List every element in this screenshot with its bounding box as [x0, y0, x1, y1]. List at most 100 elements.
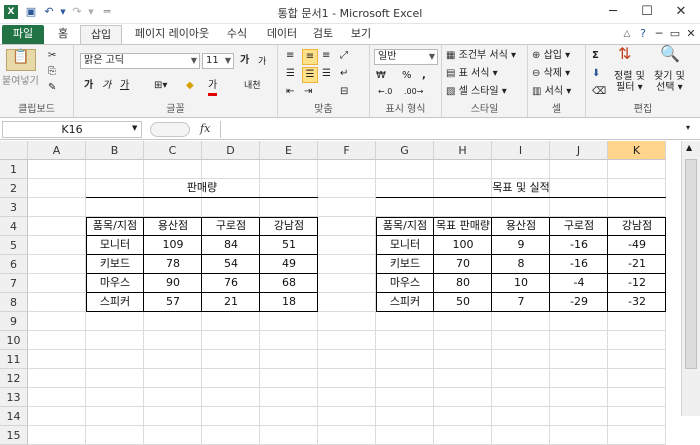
- column-header-f[interactable]: F: [318, 141, 376, 160]
- scroll-up-icon[interactable]: ▲: [686, 143, 692, 152]
- grow-font-button[interactable]: 가: [240, 54, 249, 68]
- table1-header-cell[interactable]: 구로점: [202, 217, 260, 236]
- tab-view[interactable]: 보기: [344, 25, 378, 44]
- table2-data-cell[interactable]: 8: [492, 255, 550, 274]
- row-header-13[interactable]: 13: [0, 388, 28, 407]
- table2-data-cell[interactable]: -16: [550, 255, 608, 274]
- font-size-select[interactable]: 11 ▼: [202, 53, 234, 69]
- column-header-c[interactable]: C: [144, 141, 202, 160]
- align-bottom-icon[interactable]: ≡: [322, 49, 330, 63]
- conditional-formatting-button[interactable]: ▦ 조건부 서식 ▾: [446, 49, 516, 63]
- font-name-select[interactable]: 맑은 고딕 ▼: [80, 53, 200, 69]
- text-orientation-icon[interactable]: ⤢: [340, 49, 348, 63]
- column-header-b[interactable]: B: [86, 141, 144, 160]
- column-header-j[interactable]: J: [550, 141, 608, 160]
- sort-filter-button[interactable]: 정렬 및 필터 ▾: [614, 71, 645, 93]
- tab-review[interactable]: 검토: [306, 25, 340, 44]
- table2-header-cell[interactable]: 구로점: [550, 217, 608, 236]
- table2-data-cell[interactable]: 10: [492, 274, 550, 293]
- table2-data-cell[interactable]: 7: [492, 293, 550, 312]
- select-all-corner[interactable]: [0, 141, 28, 160]
- table1-data-cell[interactable]: 키보드: [86, 255, 144, 274]
- number-format-select[interactable]: 일반 ▼: [374, 49, 438, 65]
- table2-data-cell[interactable]: -16: [550, 236, 608, 255]
- format-painter-icon[interactable]: ✎: [48, 81, 56, 95]
- close-button[interactable]: ✕: [664, 0, 698, 24]
- table2-header-cell[interactable]: 목표 판매량: [434, 217, 492, 236]
- clear-icon[interactable]: ⌫: [592, 85, 606, 99]
- doc-restore-icon[interactable]: ▭: [668, 25, 682, 44]
- wrap-text-icon[interactable]: ↵: [340, 67, 348, 81]
- borders-icon[interactable]: ⊞▾: [154, 79, 167, 93]
- table2-data-cell[interactable]: 100: [434, 236, 492, 255]
- table1-header-cell[interactable]: 강남점: [260, 217, 318, 236]
- table2-data-cell[interactable]: 50: [434, 293, 492, 312]
- table2-header-cell[interactable]: 품목/지점: [376, 217, 434, 236]
- table1-data-cell[interactable]: 78: [144, 255, 202, 274]
- scrollbar-thumb[interactable]: [685, 159, 697, 369]
- table1-data-cell[interactable]: 49: [260, 255, 318, 274]
- shrink-font-button[interactable]: 가: [258, 55, 266, 69]
- underline-button[interactable]: 가: [120, 79, 129, 93]
- worksheet-grid[interactable]: A B C D E F G H I J K 1 2 3 4 5 6 7 8 9 10 11 12 13 14 15 판매량 품목/지점…: [0, 141, 681, 445]
- align-left-icon[interactable]: ☰: [286, 67, 295, 81]
- name-box[interactable]: K16: [2, 121, 142, 138]
- column-header-e[interactable]: E: [260, 141, 318, 160]
- table2-header-cell[interactable]: 용산점: [492, 217, 550, 236]
- table1-data-cell[interactable]: 스피커: [86, 293, 144, 312]
- row-header-6[interactable]: 6: [0, 255, 28, 274]
- table2-data-cell[interactable]: 키보드: [376, 255, 434, 274]
- format-cells-button[interactable]: ▥ 서식 ▾: [532, 85, 571, 99]
- paste-button[interactable]: 붙여넣기: [2, 75, 39, 89]
- table2-data-cell[interactable]: 9: [492, 236, 550, 255]
- table1-data-cell[interactable]: 21: [202, 293, 260, 312]
- decrease-decimal-icon[interactable]: .00→: [404, 85, 423, 99]
- table2-data-cell[interactable]: -32: [608, 293, 666, 312]
- ribbon-minimize-icon[interactable]: △: [620, 25, 634, 44]
- table2-data-cell[interactable]: -49: [608, 236, 666, 255]
- table2-data-cell[interactable]: -21: [608, 255, 666, 274]
- row-header-14[interactable]: 14: [0, 407, 28, 426]
- table1-data-cell[interactable]: 51: [260, 236, 318, 255]
- autosum-button[interactable]: Σ: [592, 49, 599, 63]
- row-header-2[interactable]: 2: [0, 179, 28, 198]
- table2-data-cell[interactable]: 마우스: [376, 274, 434, 293]
- minimize-button[interactable]: ─: [596, 0, 630, 24]
- align-center-icon[interactable]: ☰: [302, 67, 318, 83]
- name-box-dropdown-icon[interactable]: ▼: [132, 124, 137, 132]
- expand-formula-bar-icon[interactable]: ▾: [686, 123, 690, 132]
- table1-header-cell[interactable]: 품목/지점: [86, 217, 144, 236]
- column-header-a[interactable]: A: [28, 141, 86, 160]
- tab-formulas[interactable]: 수식: [220, 25, 254, 44]
- table1-header-cell[interactable]: 용산점: [144, 217, 202, 236]
- insert-cells-button[interactable]: ⊕ 삽입 ▾: [532, 49, 570, 63]
- table2-data-cell[interactable]: -12: [608, 274, 666, 293]
- decrease-indent-icon[interactable]: ⇤: [286, 85, 294, 99]
- vertical-scrollbar[interactable]: ▲: [681, 141, 700, 416]
- table2-data-cell[interactable]: 80: [434, 274, 492, 293]
- increase-indent-icon[interactable]: ⇥: [304, 85, 312, 99]
- tab-data[interactable]: 데이터: [262, 25, 302, 44]
- row-header-9[interactable]: 9: [0, 312, 28, 331]
- tab-page-layout[interactable]: 페이지 레이아웃: [126, 25, 218, 44]
- bold-button[interactable]: 가: [84, 79, 93, 93]
- table1-data-cell[interactable]: 54: [202, 255, 260, 274]
- row-header-15[interactable]: 15: [0, 426, 28, 445]
- table1-data-cell[interactable]: 109: [144, 236, 202, 255]
- font-color-button[interactable]: 가: [208, 79, 218, 96]
- row-header-11[interactable]: 11: [0, 350, 28, 369]
- sort-filter-icon[interactable]: ⇅: [618, 46, 631, 62]
- table2-data-cell[interactable]: 70: [434, 255, 492, 274]
- column-header-g[interactable]: G: [376, 141, 434, 160]
- table1-data-cell[interactable]: 모니터: [86, 236, 144, 255]
- maximize-button[interactable]: ☐: [630, 0, 664, 24]
- format-as-table-button[interactable]: ▤ 표 서식 ▾: [446, 67, 498, 81]
- table1-data-cell[interactable]: 68: [260, 274, 318, 293]
- find-select-button[interactable]: 찾기 및 선택 ▾: [654, 71, 685, 93]
- row-header-8[interactable]: 8: [0, 293, 28, 312]
- table1-data-cell[interactable]: 90: [144, 274, 202, 293]
- row-header-1[interactable]: 1: [0, 160, 28, 179]
- table1-data-cell[interactable]: 84: [202, 236, 260, 255]
- comma-button[interactable]: ,: [422, 69, 426, 83]
- tab-home[interactable]: 홈: [48, 25, 78, 44]
